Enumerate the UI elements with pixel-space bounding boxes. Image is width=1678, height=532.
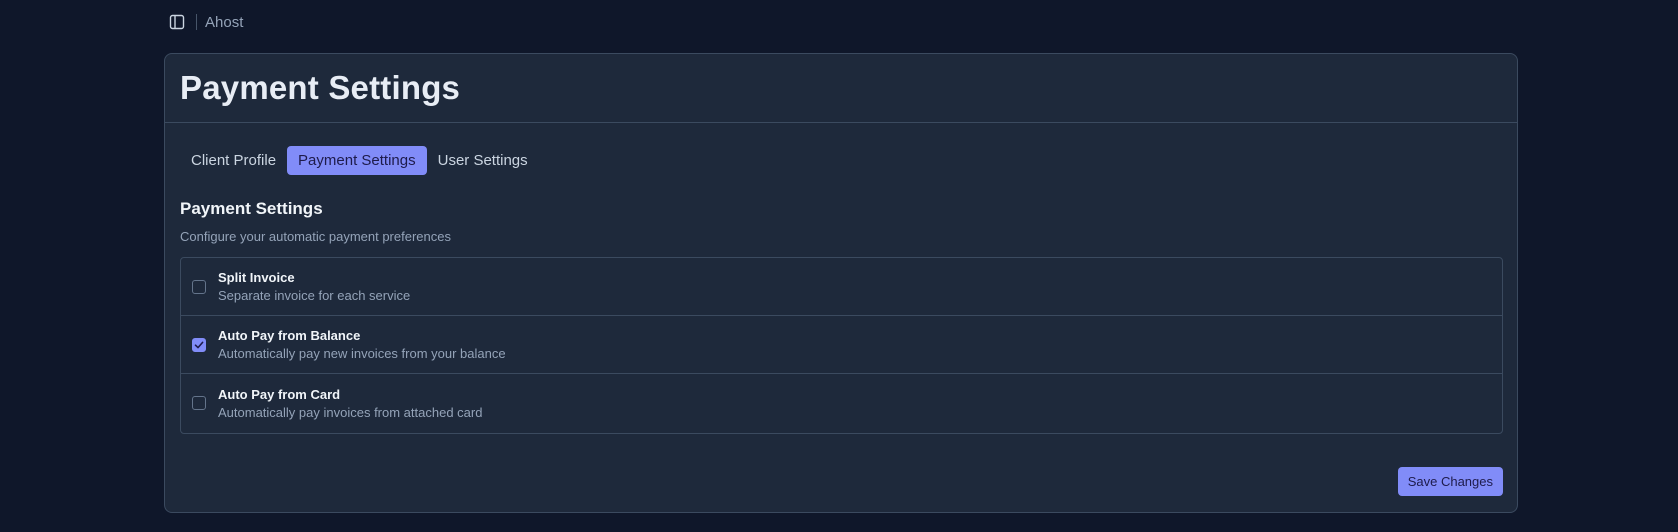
option-description: Automatically pay new invoices from your… <box>218 346 506 361</box>
option-auto-pay-balance[interactable]: Auto Pay from Balance Automatically pay … <box>181 316 1502 374</box>
topbar-divider <box>196 14 197 30</box>
option-label: Auto Pay from Card <box>218 386 341 402</box>
option-label: Auto Pay from Balance <box>218 328 361 343</box>
option-split-invoice[interactable]: Split Invoice Separate invoice for each … <box>181 258 1502 316</box>
page-title: Payment Settings <box>180 69 461 106</box>
tab-payment-settings[interactable]: Payment Settings <box>287 146 427 175</box>
auto-pay-balance-checkbox[interactable] <box>192 337 206 352</box>
card-header: Payment Settings <box>165 54 1517 123</box>
settings-tabs: Client Profile Payment Settings User Set… <box>180 146 539 175</box>
save-changes-button[interactable]: Save Changes <box>1397 467 1503 496</box>
option-description: Automatically pay invoices from attached… <box>218 404 483 420</box>
auto-pay-card-checkbox[interactable] <box>192 396 206 410</box>
payment-options-list: Split Invoice Separate invoice for each … <box>180 257 1503 434</box>
option-label: Split Invoice <box>218 270 295 285</box>
brand-name: Ahost <box>205 13 244 31</box>
sidebar-toggle-icon <box>169 14 185 30</box>
sidebar-toggle-button[interactable] <box>168 13 186 31</box>
section-title: Payment Settings <box>180 199 323 218</box>
option-auto-pay-card[interactable]: Auto Pay from Card Automatically pay inv… <box>181 374 1502 432</box>
payment-settings-card: Payment Settings Client Profile Payment … <box>164 53 1518 513</box>
checkmark-icon <box>194 341 204 348</box>
split-invoice-checkbox[interactable] <box>192 279 206 294</box>
top-bar: Ahost <box>168 12 243 32</box>
tab-client-profile[interactable]: Client Profile <box>180 146 287 175</box>
option-description: Separate invoice for each service <box>218 288 411 303</box>
tab-user-settings[interactable]: User Settings <box>427 146 539 175</box>
section-description: Configure your automatic payment prefere… <box>180 229 451 244</box>
